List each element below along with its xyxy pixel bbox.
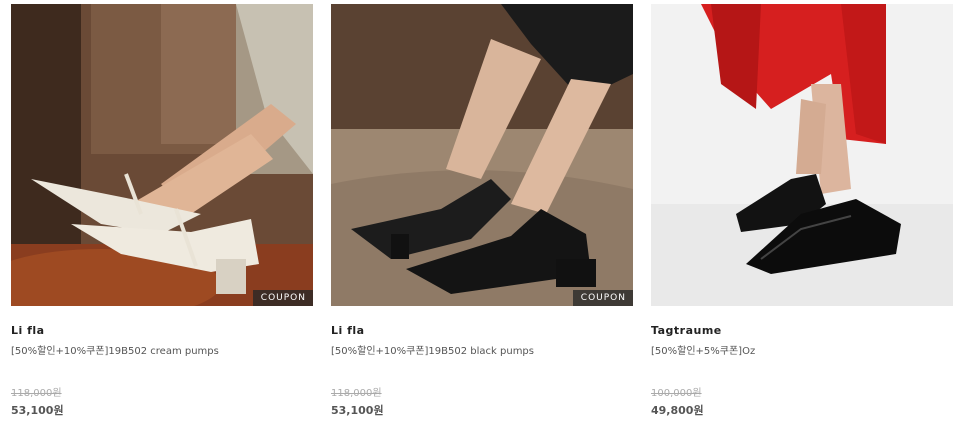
product-name[interactable]: [50%할인+10%쿠폰]19B502 black pumps: [331, 342, 534, 357]
sale-price: 49,800원: [651, 404, 704, 417]
product-photo: [331, 4, 633, 306]
brand-name[interactable]: Li fla: [11, 324, 45, 337]
sale-price: 53,100원: [331, 404, 384, 417]
brand-name[interactable]: Li fla: [331, 324, 365, 337]
coupon-badge: COUPON: [572, 290, 633, 306]
product-photo: [11, 4, 313, 306]
product-image-black-pumps[interactable]: COUPON: [331, 4, 633, 306]
original-price: 118,000원: [331, 388, 382, 399]
original-price: 118,000원: [11, 388, 62, 399]
product-photo: [651, 4, 953, 306]
coupon-badge: COUPON: [252, 290, 313, 306]
product-image-cream-pumps[interactable]: COUPON: [11, 4, 313, 306]
brand-name[interactable]: Tagtraume: [651, 324, 722, 337]
product-image-oxford-shoes[interactable]: [651, 4, 953, 306]
product-name[interactable]: [50%할인+10%쿠폰]19B502 cream pumps: [11, 342, 219, 357]
product-card[interactable]: Tagtraume [50%할인+5%쿠폰]Oz 100,000원 49,800…: [651, 4, 953, 417]
sale-price: 53,100원: [11, 404, 64, 417]
product-card[interactable]: COUPON Li fla [50%할인+10%쿠폰]19B502 cream …: [11, 4, 313, 417]
original-price: 100,000원: [651, 388, 702, 399]
product-card[interactable]: COUPON Li fla [50%할인+10%쿠폰]19B502 black …: [331, 4, 633, 417]
product-name[interactable]: [50%할인+5%쿠폰]Oz: [651, 342, 755, 357]
